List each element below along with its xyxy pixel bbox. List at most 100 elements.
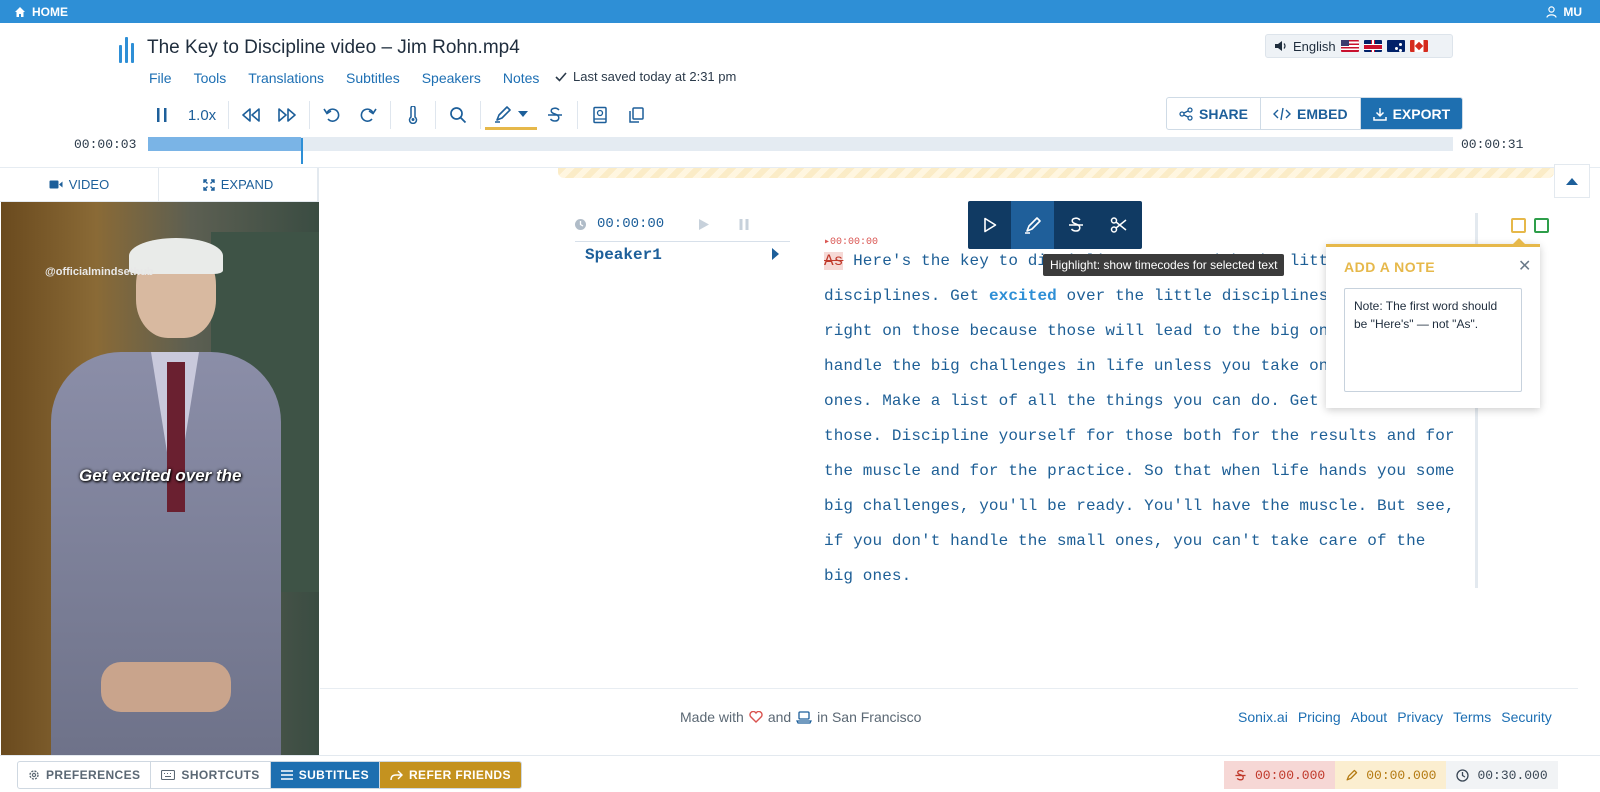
menu-file[interactable]: File: [149, 70, 172, 86]
editor-header: The Key to Discipline video – Jim Rohn.m…: [0, 23, 1600, 168]
add-note-icon[interactable]: [1511, 218, 1526, 233]
language-selector[interactable]: English: [1265, 34, 1453, 58]
shortcuts-label: SHORTCUTS: [181, 768, 260, 782]
pause-button[interactable]: [144, 100, 180, 130]
expand-icon: [203, 178, 215, 191]
footer-link-about[interactable]: About: [1351, 709, 1388, 725]
share-label: SHARE: [1199, 105, 1249, 122]
toolbar-divider: [228, 101, 229, 129]
speed-button[interactable]: 1.0x: [180, 100, 224, 130]
export-button[interactable]: EXPORT: [1360, 98, 1463, 129]
footer-link-terms[interactable]: Terms: [1453, 709, 1491, 725]
selection-popup-toolbar: [968, 201, 1142, 249]
cut-selection-button[interactable]: [1097, 201, 1140, 249]
highlight-dropdown-button[interactable]: [485, 100, 537, 130]
undo-button[interactable]: [314, 100, 350, 130]
user-initials: MU: [1563, 4, 1582, 19]
uk-flag-icon: [1363, 40, 1382, 52]
transcript-line: big ones.: [824, 567, 912, 585]
toolbar-divider: [577, 101, 578, 129]
clock-icon: [575, 218, 586, 230]
embed-button[interactable]: EMBED: [1261, 98, 1361, 129]
share-icon: [1179, 106, 1193, 121]
footer-links: Sonix.ai Pricing About Privacy Terms Sec…: [1238, 709, 1552, 725]
top-bar: HOME MU: [0, 0, 1600, 23]
subtitles-button[interactable]: SUBTITLES: [270, 762, 380, 788]
rewind-icon: [242, 108, 260, 122]
menu-notes[interactable]: Notes: [503, 70, 540, 86]
transcript-line: big challenges, you'll be ready. You'll …: [824, 497, 1455, 515]
close-icon[interactable]: ✕: [1518, 256, 1531, 276]
video-panel: VIDEO EXPAND @officialmindsethub Get exc…: [0, 168, 319, 755]
edit-timers: 00:00.000 00:00.000 00:30.000: [1224, 761, 1558, 789]
confidence-button[interactable]: [395, 100, 431, 130]
comment-icon[interactable]: [1534, 218, 1549, 233]
tab-expand[interactable]: EXPAND: [159, 168, 318, 201]
strikethrough-button[interactable]: [537, 100, 573, 130]
menu-subtitles[interactable]: Subtitles: [346, 70, 400, 86]
export-label: EXPORT: [1392, 105, 1451, 122]
refer-friends-button[interactable]: REFER FRIENDS: [379, 762, 521, 788]
footer-link-pricing[interactable]: Pricing: [1298, 709, 1341, 725]
strike-selection-button[interactable]: [1054, 201, 1097, 249]
canada-flag-icon: [1409, 40, 1428, 52]
playhead[interactable]: [301, 138, 303, 164]
undo-icon: [323, 108, 340, 122]
speaker-name[interactable]: Speaker1: [585, 246, 662, 264]
timeline-progress: [148, 137, 301, 151]
copy-button[interactable]: [618, 100, 654, 130]
language-label: English: [1293, 38, 1336, 54]
dictionary-button[interactable]: [582, 100, 618, 130]
home-link[interactable]: HOME: [14, 5, 68, 19]
add-note-panel: ADD A NOTE ✕ Note: The first word should…: [1326, 238, 1540, 408]
preferences-button[interactable]: PREFERENCES: [18, 762, 152, 788]
home-label: HOME: [32, 4, 68, 19]
strikethrough-icon: [1068, 217, 1083, 232]
us-flag-icon: [1340, 40, 1359, 52]
pause-segment-icon[interactable]: [738, 218, 750, 231]
scissors-icon: [1110, 217, 1126, 233]
search-icon: [450, 107, 467, 124]
note-textarea[interactable]: Note: The first word should be "Here's" …: [1344, 288, 1522, 392]
bottom-buttons: PREFERENCES SHORTCUTS SUBTITLES REFER FR…: [17, 761, 522, 789]
list-icon: [280, 770, 293, 780]
bold-word[interactable]: excited: [989, 287, 1057, 305]
search-button[interactable]: [440, 100, 476, 130]
footer-link-privacy[interactable]: Privacy: [1397, 709, 1443, 725]
save-status: Last saved today at 2:31 pm: [555, 69, 736, 84]
redo-button[interactable]: [350, 100, 386, 130]
clock-icon: [1456, 768, 1470, 782]
subtitles-label: SUBTITLES: [298, 768, 369, 782]
transcript-line: the muscle and for the practice. So that…: [824, 462, 1455, 480]
highlight-duration: 00:00.000: [1335, 761, 1447, 789]
and-label: and: [767, 709, 792, 725]
speaker-expand-arrow-icon[interactable]: [772, 248, 779, 260]
menu-translations[interactable]: Translations: [248, 70, 324, 86]
struck-word[interactable]: As: [824, 252, 844, 270]
toolbar-divider: [309, 101, 310, 129]
footer-link-security[interactable]: Security: [1501, 709, 1552, 725]
video-player[interactable]: @officialmindsethub Get excited over the: [1, 202, 319, 755]
fast-forward-button[interactable]: [269, 100, 305, 130]
user-menu[interactable]: MU: [1546, 5, 1582, 19]
timeline: 00:00:03 00:00:31: [0, 136, 1600, 164]
play-segment-icon[interactable]: [698, 218, 710, 231]
highlight-selection-button[interactable]: [1011, 201, 1054, 249]
saved-text: Last saved today at 2:31 pm: [573, 69, 737, 84]
rewind-button[interactable]: [233, 100, 269, 130]
highlighter-icon: [495, 105, 511, 123]
timeline-track[interactable]: [148, 137, 1453, 164]
menu-speakers[interactable]: Speakers: [422, 70, 481, 86]
menu-tools[interactable]: Tools: [194, 70, 227, 86]
play-selection-button[interactable]: [968, 201, 1011, 249]
video-tabs: VIDEO EXPAND: [0, 168, 318, 202]
footer-link-sonix[interactable]: Sonix.ai: [1238, 709, 1288, 725]
total-duration: 00:30.000: [1446, 761, 1558, 789]
main-menu: File Tools Translations Subtitles Speake…: [149, 70, 539, 86]
tab-video[interactable]: VIDEO: [0, 168, 159, 201]
shortcuts-button[interactable]: SHORTCUTS: [151, 762, 271, 788]
collapse-button[interactable]: [1554, 164, 1590, 198]
duration-time: 00:30.000: [1477, 767, 1548, 783]
australia-flag-icon: [1386, 40, 1405, 52]
share-button[interactable]: SHARE: [1167, 98, 1262, 129]
